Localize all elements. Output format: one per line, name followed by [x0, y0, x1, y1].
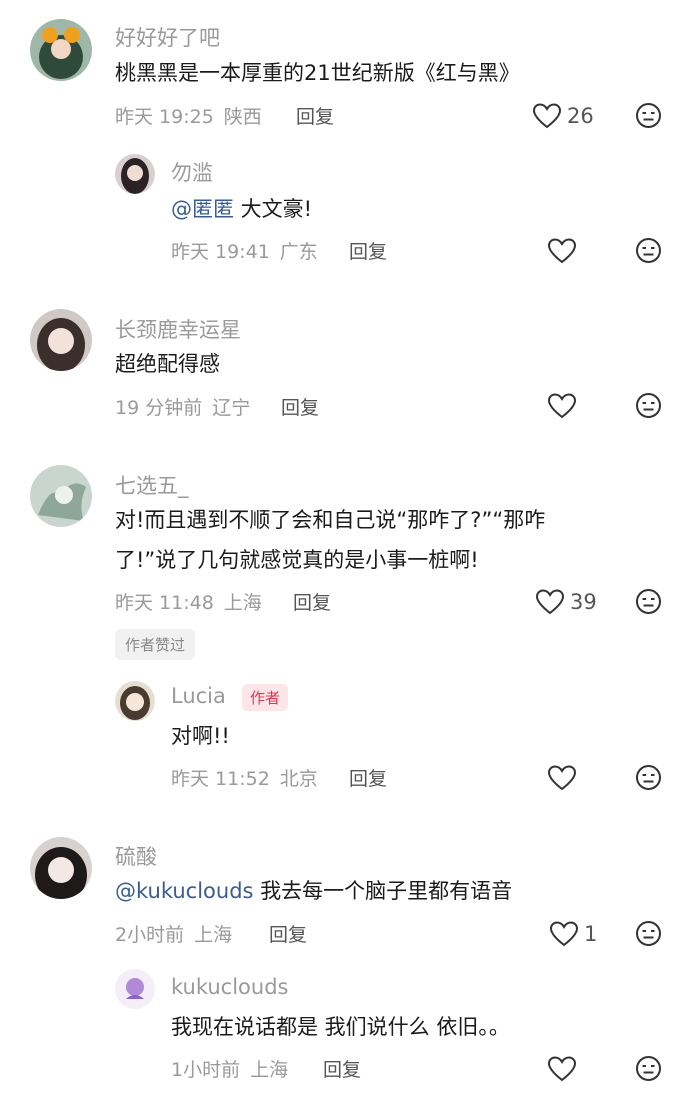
- reply-button[interactable]: 回复: [269, 920, 307, 947]
- reply-location: 北京: [279, 768, 318, 790]
- comment-location: 上海: [194, 924, 233, 946]
- avatar[interactable]: [30, 309, 92, 371]
- comment-text-line-1: 对!而且遇到不顺了会和自己说“那咋了?”“那咋: [115, 508, 546, 532]
- comment-author-name[interactable]: 长颈鹿幸运星: [115, 314, 241, 344]
- like-count: 39: [570, 590, 597, 614]
- comment-text: 超绝配得感: [115, 352, 220, 376]
- comment-text-body: 我去每一个脑子里都有语音: [253, 879, 513, 903]
- neutral-face-icon[interactable]: [635, 1055, 662, 1082]
- heart-outline-icon: [535, 589, 565, 615]
- reply-text-body: 大文豪!: [234, 197, 313, 221]
- reply-button[interactable]: 回复: [349, 764, 387, 791]
- like-button[interactable]: [547, 392, 577, 420]
- comment-time: 昨天 19:25: [115, 106, 214, 128]
- reply-author-name[interactable]: kukuclouds: [171, 975, 288, 999]
- comment-meta: 昨天 19:25 陕西: [115, 102, 262, 129]
- comment-time: 昨天 11:48: [115, 592, 214, 614]
- heart-outline-icon: [549, 921, 579, 947]
- avatar[interactable]: [115, 681, 155, 721]
- comment-time: 19 分钟前: [115, 397, 203, 419]
- reply-time: 昨天 19:41: [171, 241, 270, 263]
- neutral-face-icon[interactable]: [635, 920, 662, 947]
- comment-location: 上海: [223, 592, 262, 614]
- reply-time: 1小时前: [171, 1059, 241, 1081]
- reply-meta: 昨天 11:52 北京: [171, 764, 318, 791]
- reply-button[interactable]: 回复: [281, 393, 319, 420]
- author-tag: 作者: [242, 684, 289, 711]
- heart-outline-icon: [532, 103, 562, 129]
- reply-text: 我现在说话都是 我们说什么 依旧。。: [171, 1015, 510, 1039]
- mention-link[interactable]: @kukuclouds: [115, 879, 253, 903]
- neutral-face-icon[interactable]: [635, 588, 662, 615]
- comment-text: 桃黑黑是一本厚重的21世纪新版《红与黑》: [115, 61, 520, 85]
- neutral-face-icon[interactable]: [635, 102, 662, 129]
- avatar[interactable]: [30, 837, 92, 899]
- comment-text: @kukuclouds 我去每一个脑子里都有语音: [115, 870, 512, 912]
- neutral-face-icon[interactable]: [635, 764, 662, 791]
- comment-meta: 昨天 11:48 上海: [115, 588, 262, 615]
- avatar[interactable]: [30, 19, 92, 81]
- heart-outline-icon: [547, 765, 577, 791]
- like-button[interactable]: 39: [535, 588, 597, 616]
- heart-outline-icon: [547, 393, 577, 419]
- like-button[interactable]: 26: [532, 102, 594, 130]
- comment-time: 2小时前: [115, 924, 185, 946]
- reply-button[interactable]: 回复: [293, 588, 331, 615]
- comment-author-name[interactable]: 七选五_: [115, 470, 189, 500]
- reply-author-name[interactable]: 勿滥: [171, 157, 213, 187]
- neutral-face-icon[interactable]: [635, 392, 662, 419]
- comment-location: 陕西: [223, 106, 262, 128]
- like-button[interactable]: [547, 764, 577, 792]
- reply-time: 昨天 11:52: [171, 768, 270, 790]
- reply-button[interactable]: 回复: [323, 1055, 361, 1082]
- reply-author-name[interactable]: Lucia: [171, 684, 226, 708]
- comment-meta: 2小时前 上海: [115, 920, 232, 947]
- like-button[interactable]: 1: [549, 920, 597, 948]
- like-button[interactable]: [547, 1055, 577, 1083]
- reply-meta: 昨天 19:41 广东: [171, 237, 318, 264]
- reply-location: 上海: [250, 1059, 289, 1081]
- reply-text: @匿匿 大文豪!: [171, 188, 312, 230]
- author-liked-badge: 作者赞过: [115, 629, 196, 660]
- heart-outline-icon: [547, 1056, 577, 1082]
- reply-location: 广东: [279, 241, 318, 263]
- avatar[interactable]: [115, 154, 155, 194]
- like-button[interactable]: [547, 237, 577, 265]
- avatar[interactable]: [115, 969, 155, 1009]
- neutral-face-icon[interactable]: [635, 237, 662, 264]
- reply-button[interactable]: 回复: [349, 237, 387, 264]
- avatar[interactable]: [30, 465, 92, 527]
- comment-author-name[interactable]: 好好好了吧: [115, 22, 220, 52]
- comment-location: 辽宁: [212, 397, 251, 419]
- reply-button[interactable]: 回复: [296, 102, 334, 129]
- reply-text: 对啊!!: [171, 724, 230, 748]
- like-count: 1: [584, 922, 598, 946]
- comment-meta: 19 分钟前 辽宁: [115, 393, 250, 420]
- comment-text-line-2: 了!”说了几句就感觉真的是小事一桩啊!: [115, 548, 479, 572]
- heart-outline-icon: [547, 238, 577, 264]
- mention-link[interactable]: @匿匿: [171, 197, 234, 221]
- like-count: 26: [567, 104, 594, 128]
- reply-meta: 1小时前 上海: [171, 1055, 288, 1082]
- comment-author-name[interactable]: 硫酸: [115, 841, 157, 871]
